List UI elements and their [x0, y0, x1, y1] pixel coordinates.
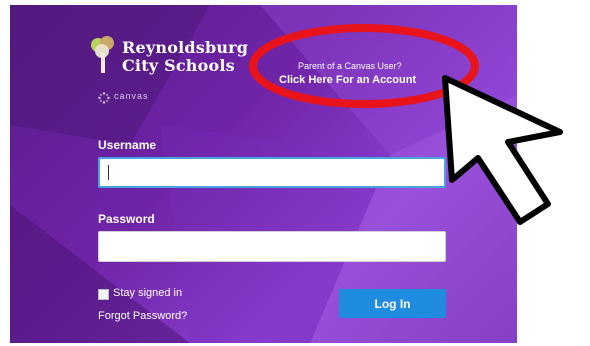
school-logo: Reynoldsburg City Schools: [88, 35, 248, 85]
parent-account-link[interactable]: Click Here For an Account: [279, 74, 416, 86]
school-name-line1: Reynoldsburg: [122, 38, 249, 57]
school-name-line2: City Schools: [122, 56, 235, 75]
log-in-button[interactable]: Log In: [339, 289, 446, 318]
stay-signed-in-label: Stay signed in: [113, 287, 183, 299]
login-panel: Reynoldsburg City Schools canvas Parent …: [10, 5, 517, 343]
text-caret: [108, 165, 109, 180]
tree-icon: [91, 36, 114, 73]
canvas-wordmark: canvas: [114, 91, 149, 101]
canvas-dots-icon: [98, 92, 110, 104]
password-input[interactable]: [98, 231, 446, 262]
forgot-password-link[interactable]: Forgot Password?: [98, 310, 187, 322]
username-input[interactable]: [98, 157, 446, 188]
stay-signed-in-checkbox[interactable]: [98, 289, 109, 300]
username-label: Username: [98, 138, 157, 152]
password-label: Password: [98, 212, 155, 226]
parent-question: Parent of a Canvas User?: [298, 61, 402, 71]
